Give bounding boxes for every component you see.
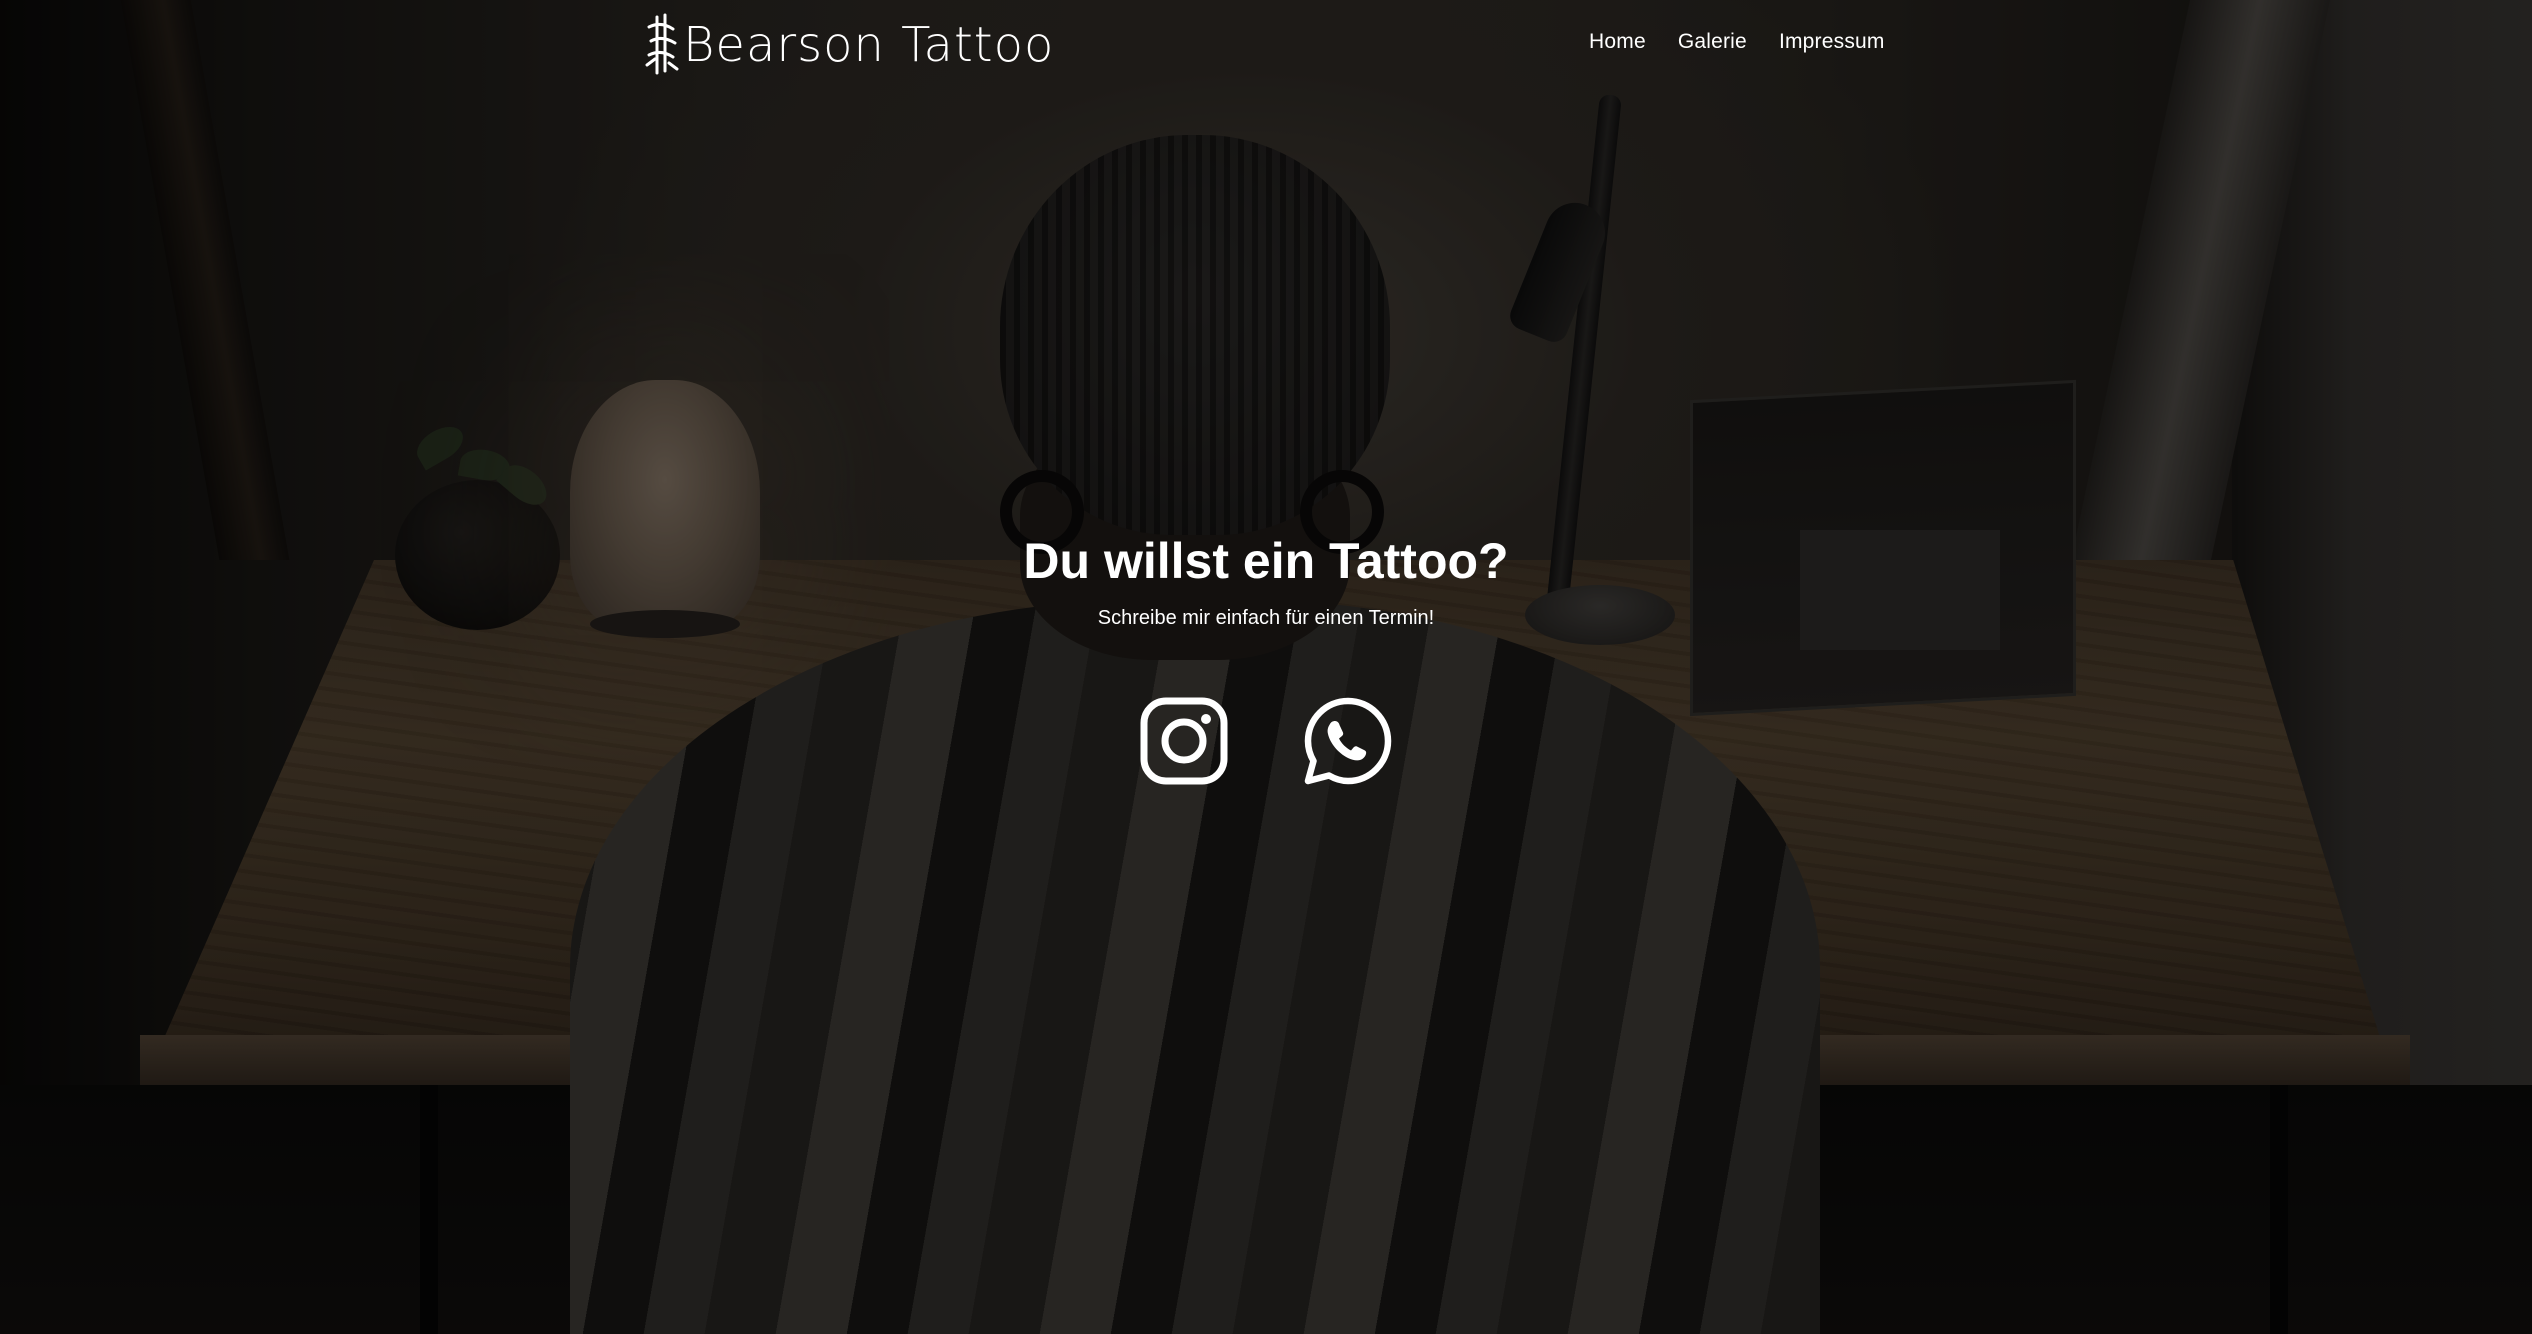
hero-section: Du willst ein Tattoo? Schreibe mir einfa… <box>0 530 2532 632</box>
site-logo[interactable]: Bearson Tattoo <box>643 10 1054 80</box>
dark-overlay <box>0 0 2532 1334</box>
whatsapp-icon <box>1304 697 1392 785</box>
nav-item-galerie[interactable]: Galerie <box>1678 30 1747 54</box>
page: Bearson Tattoo Home Galerie Impressum Du… <box>0 0 2532 1334</box>
bear-sigil-icon <box>643 13 681 77</box>
social-links <box>0 695 2532 787</box>
whatsapp-link[interactable] <box>1302 695 1394 787</box>
site-header: Bearson Tattoo Home Galerie Impressum <box>0 0 2532 90</box>
nav-item-home[interactable]: Home <box>1589 30 1646 54</box>
instagram-link[interactable] <box>1138 695 1230 787</box>
hero-title: Du willst ein Tattoo? <box>1023 533 1509 589</box>
instagram-icon <box>1140 697 1228 785</box>
hero-subtitle: Schreibe mir einfach für einen Termin! <box>1097 607 1435 629</box>
nav-item-impressum[interactable]: Impressum <box>1779 30 1885 54</box>
main-nav: Home Galerie Impressum <box>1589 30 1885 54</box>
logo-text: Bearson Tattoo <box>683 17 1055 73</box>
